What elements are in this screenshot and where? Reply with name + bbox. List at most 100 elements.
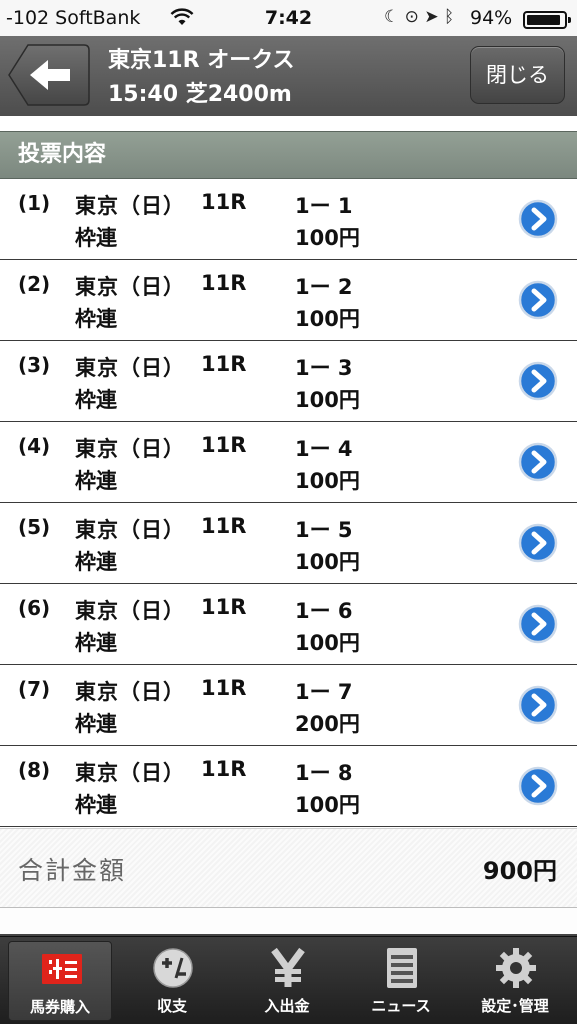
bet-type: 枠連 bbox=[75, 712, 117, 736]
bet-type: 枠連 bbox=[75, 793, 117, 817]
news-icon bbox=[381, 947, 423, 989]
bet-amount: 100円 bbox=[295, 388, 360, 412]
spacer bbox=[0, 116, 577, 130]
bet-combination: 1ー 4 bbox=[295, 437, 353, 461]
tab-label: 馬券購入 bbox=[29, 998, 90, 1016]
total-row: 合計金額 900円 bbox=[0, 828, 577, 908]
bet-row[interactable]: (6) 東京（日） 11R 1ー 6 枠連 100円 bbox=[0, 584, 577, 665]
tab-news[interactable]: ニュース bbox=[349, 941, 453, 1021]
bet-type: 枠連 bbox=[75, 307, 117, 331]
bet-row[interactable]: (4) 東京（日） 11R 1ー 4 枠連 100円 bbox=[0, 422, 577, 503]
tab-buy-ticket[interactable]: 馬券購入 bbox=[8, 941, 112, 1021]
tab-settings[interactable]: 設定･管理 bbox=[463, 941, 567, 1021]
chevron-right-icon[interactable] bbox=[518, 280, 558, 320]
plus-minus-icon bbox=[152, 947, 194, 989]
bet-amount: 100円 bbox=[295, 469, 360, 493]
battery-icon bbox=[523, 11, 571, 29]
section-header: 投票内容 bbox=[0, 131, 577, 179]
total-label: 合計金額 bbox=[18, 856, 127, 885]
chevron-right-icon[interactable] bbox=[518, 685, 558, 725]
tab-label: 設定･管理 bbox=[481, 997, 549, 1015]
bet-row[interactable]: (1) 東京（日） 11R 1ー 1 枠連 100円 bbox=[0, 179, 577, 260]
bet-amount: 100円 bbox=[295, 226, 360, 250]
bet-venue: 東京（日） bbox=[75, 275, 185, 299]
bet-combination: 1ー 7 bbox=[295, 680, 353, 704]
close-button[interactable]: 閉じる bbox=[470, 46, 565, 104]
chevron-right-icon[interactable] bbox=[518, 766, 558, 806]
nav-header: 東京11R オークス 15:40 芝2400m 閉じる bbox=[0, 36, 577, 116]
bet-type: 枠連 bbox=[75, 550, 117, 574]
location-icon: ➤ bbox=[424, 7, 439, 27]
bet-amount: 100円 bbox=[295, 631, 360, 655]
bet-index: (5) bbox=[18, 515, 51, 539]
tab-label: 入出金 bbox=[264, 997, 310, 1015]
bet-type: 枠連 bbox=[75, 631, 117, 655]
bet-venue: 東京（日） bbox=[75, 194, 185, 218]
bet-combination: 1ー 3 bbox=[295, 356, 353, 380]
bet-type: 枠連 bbox=[75, 469, 117, 493]
bet-index: (1) bbox=[18, 191, 51, 215]
bluetooth-icon: ᛒ bbox=[443, 7, 455, 27]
chevron-right-icon[interactable] bbox=[518, 604, 558, 644]
bet-venue: 東京（日） bbox=[75, 356, 185, 380]
bet-race: 11R bbox=[201, 514, 247, 538]
bet-row[interactable]: (8) 東京（日） 11R 1ー 8 枠連 100円 bbox=[0, 746, 577, 827]
bet-index: (4) bbox=[18, 434, 51, 458]
status-icons: ☾ ⊙ ➤ ᛒ bbox=[384, 7, 454, 27]
bet-amount: 100円 bbox=[295, 793, 360, 817]
bet-venue: 東京（日） bbox=[75, 437, 185, 461]
bet-combination: 1ー 8 bbox=[295, 761, 353, 785]
battery-percent: 94% bbox=[470, 7, 513, 29]
bet-amount: 200円 bbox=[295, 712, 360, 736]
back-arrow-icon bbox=[8, 44, 90, 106]
bet-combination: 1ー 5 bbox=[295, 518, 353, 542]
rotation-lock-icon: ⊙ bbox=[404, 7, 419, 27]
race-subtitle: 15:40 芝2400m bbox=[108, 82, 292, 107]
bet-row[interactable]: (7) 東京（日） 11R 1ー 7 枠連 200円 bbox=[0, 665, 577, 746]
bet-index: (8) bbox=[18, 758, 51, 782]
bet-row[interactable]: (2) 東京（日） 11R 1ー 2 枠連 100円 bbox=[0, 260, 577, 341]
total-value: 900円 bbox=[482, 857, 557, 885]
bet-combination: 1ー 2 bbox=[295, 275, 353, 299]
bet-type: 枠連 bbox=[75, 388, 117, 412]
bet-amount: 100円 bbox=[295, 550, 360, 574]
tab-label: 収支 bbox=[156, 997, 187, 1015]
bet-amount: 100円 bbox=[295, 307, 360, 331]
bet-venue: 東京（日） bbox=[75, 599, 185, 623]
ticket-icon bbox=[41, 948, 83, 990]
tab-bar: 馬券購入 収支 入出金 ニュース 設定･管理 bbox=[0, 936, 577, 1024]
bet-combination: 1ー 6 bbox=[295, 599, 353, 623]
content-bottom bbox=[0, 908, 577, 936]
chevron-right-icon[interactable] bbox=[518, 199, 558, 239]
yen-icon bbox=[267, 947, 309, 989]
bet-type: 枠連 bbox=[75, 226, 117, 250]
bet-race: 11R bbox=[201, 595, 247, 619]
tab-deposit-withdraw[interactable]: 入出金 bbox=[235, 941, 339, 1021]
chevron-right-icon[interactable] bbox=[518, 442, 558, 482]
bet-race: 11R bbox=[201, 757, 247, 781]
bet-race: 11R bbox=[201, 271, 247, 295]
bet-row[interactable]: (3) 東京（日） 11R 1ー 3 枠連 100円 bbox=[0, 341, 577, 422]
bet-venue: 東京（日） bbox=[75, 680, 185, 704]
bet-index: (6) bbox=[18, 596, 51, 620]
chevron-right-icon[interactable] bbox=[518, 361, 558, 401]
gear-icon bbox=[495, 947, 537, 989]
back-button[interactable] bbox=[8, 44, 90, 106]
chevron-right-icon[interactable] bbox=[518, 523, 558, 563]
bet-venue: 東京（日） bbox=[75, 518, 185, 542]
bet-race: 11R bbox=[201, 190, 247, 214]
status-bar: -102 SoftBank 7:42 ☾ ⊙ ➤ ᛒ 94% bbox=[0, 0, 577, 36]
bet-list: (1) 東京（日） 11R 1ー 1 枠連 100円 (2) 東京（日） 11R… bbox=[0, 179, 577, 827]
race-title: 東京11R オークス bbox=[108, 48, 295, 73]
bet-race: 11R bbox=[201, 352, 247, 376]
bet-index: (7) bbox=[18, 677, 51, 701]
bet-race: 11R bbox=[201, 433, 247, 457]
bet-index: (3) bbox=[18, 353, 51, 377]
bet-combination: 1ー 1 bbox=[295, 194, 353, 218]
bet-row[interactable]: (5) 東京（日） 11R 1ー 5 枠連 100円 bbox=[0, 503, 577, 584]
tab-balance[interactable]: 収支 bbox=[120, 941, 224, 1021]
bet-venue: 東京（日） bbox=[75, 761, 185, 785]
moon-icon: ☾ bbox=[384, 7, 400, 27]
bet-index: (2) bbox=[18, 272, 51, 296]
tab-label: ニュース bbox=[371, 997, 431, 1015]
